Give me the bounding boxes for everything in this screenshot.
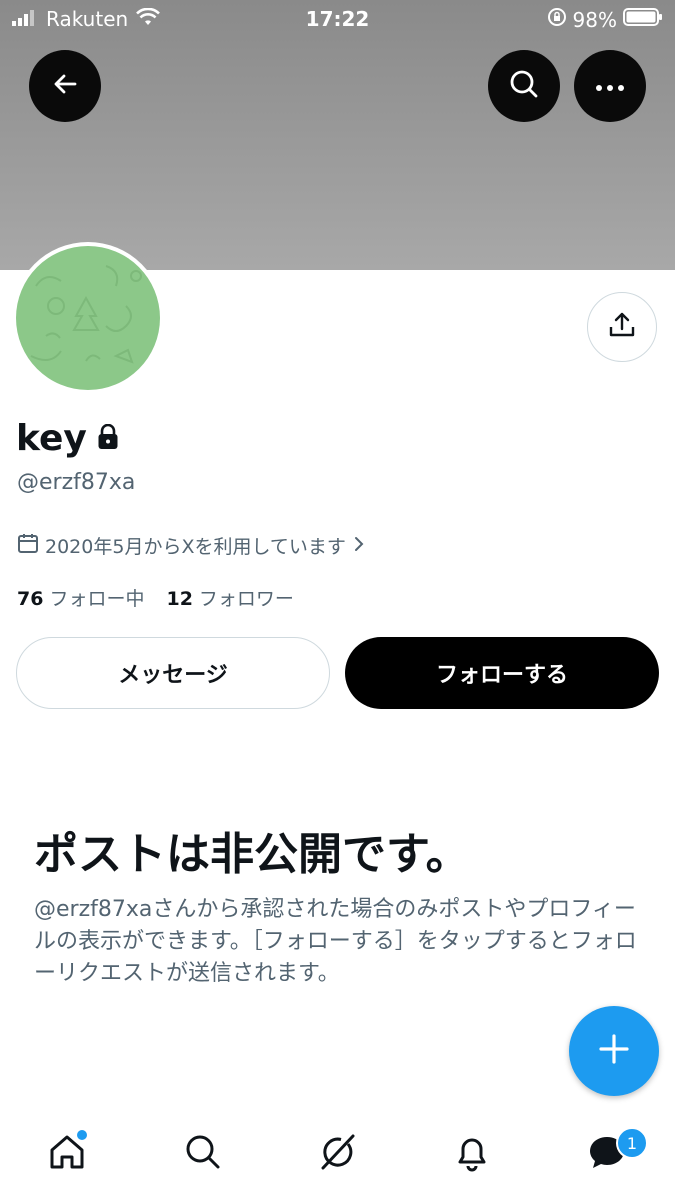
message-button[interactable]: メッセージ — [16, 637, 330, 709]
followers-count: 12 — [166, 588, 193, 610]
share-icon — [607, 310, 637, 344]
compose-post-button[interactable] — [569, 1006, 659, 1096]
following-label: フォロー中 — [49, 588, 145, 610]
plus-icon — [597, 1032, 631, 1070]
following-stat[interactable]: 76 フォロー中 — [17, 584, 144, 611]
profile-handle: @erzf87xa — [17, 470, 136, 495]
profile-name-row: key — [16, 418, 119, 459]
tab-notifications[interactable] — [450, 1132, 494, 1176]
private-posts-title: ポストは非公開です。 — [34, 829, 470, 880]
share-button[interactable] — [587, 292, 657, 362]
joined-date-row[interactable]: 2020年5月からXを利用しています — [17, 532, 366, 559]
profile-name: key — [16, 418, 87, 459]
profile-banner[interactable] — [0, 0, 675, 270]
tab-search[interactable] — [181, 1132, 225, 1176]
home-notification-dot — [77, 1130, 87, 1140]
messages-badge: 1 — [616, 1127, 648, 1159]
battery-icon — [623, 7, 663, 32]
search-icon — [508, 68, 540, 104]
tab-grok[interactable] — [315, 1132, 359, 1176]
followers-label: フォロワー — [198, 588, 294, 610]
more-button[interactable] — [574, 50, 646, 122]
search-button[interactable] — [488, 50, 560, 122]
avatar[interactable] — [16, 246, 160, 390]
grok-icon — [317, 1132, 357, 1176]
search-icon — [183, 1132, 223, 1176]
bell-icon — [452, 1132, 492, 1176]
battery-percent: 98% — [572, 7, 617, 32]
orientation-lock-icon — [547, 7, 567, 32]
calendar-icon — [17, 532, 39, 559]
follow-stats: 76 フォロー中 12 フォロワー — [17, 584, 294, 611]
bottom-tab-bar — [0, 1110, 675, 1200]
joined-date-text: 2020年5月からXを利用しています — [45, 536, 346, 558]
following-count: 76 — [17, 588, 44, 610]
followers-stat[interactable]: 12 フォロワー — [166, 584, 293, 611]
private-posts-description: @erzf87xaさんから承認された場合のみポストやプロフィールの表示ができます… — [34, 897, 637, 986]
status-bar: Rakuten 17:22 98% — [0, 0, 675, 38]
back-button[interactable] — [29, 50, 101, 122]
avatar-frame — [12, 242, 164, 394]
chevron-right-icon — [352, 535, 366, 557]
more-dots-icon — [595, 77, 625, 96]
lock-icon — [97, 423, 119, 454]
arrow-left-icon — [51, 70, 79, 102]
follow-button[interactable]: フォローする — [345, 637, 659, 709]
